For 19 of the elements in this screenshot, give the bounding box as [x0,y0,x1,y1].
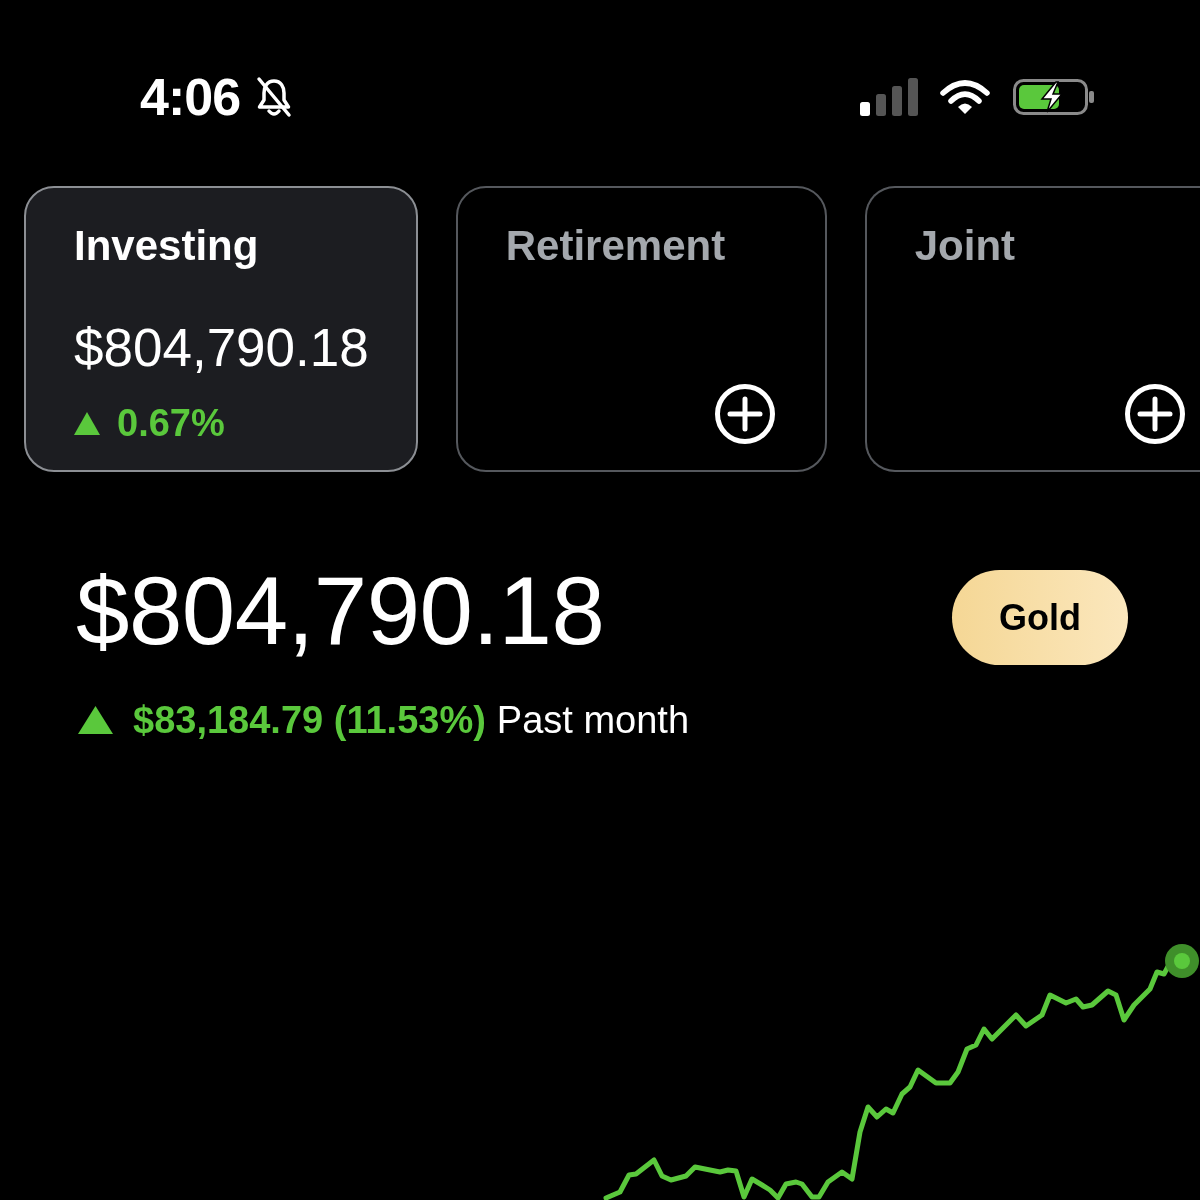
status-time: 4:06 [140,72,241,122]
wifi-icon [940,79,990,115]
add-icon[interactable] [714,384,775,444]
membership-button[interactable]: Gold [952,570,1128,665]
current-point-icon [1165,944,1199,978]
battery-icon [1013,79,1095,115]
gain-amount: $83,184.79 (11.53%) [133,698,486,743]
account-name: Investing [74,221,259,271]
account-card[interactable]: Investing $804,790.18 0.67% [24,186,418,472]
account-card[interactable]: Retirement [455,186,827,472]
add-icon[interactable] [1125,384,1185,444]
total-balance: $804,790.18 [76,556,605,666]
account-name: Joint [914,221,1016,271]
account-balance: $804,790.18 [74,318,369,378]
signal-icon [860,78,918,116]
account-card[interactable]: Joint [864,186,1200,472]
account-name: Retirement [505,221,726,271]
percent-change: 0.67% [117,401,225,446]
period-label: Past month [496,698,690,743]
